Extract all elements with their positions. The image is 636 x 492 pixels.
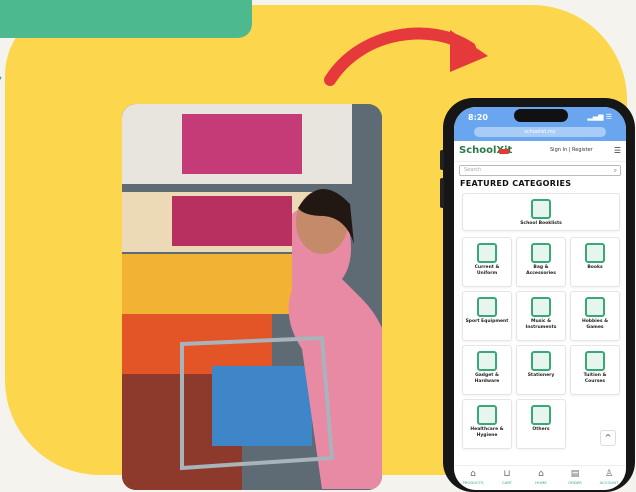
- category-card[interactable]: Hobbies & Games: [570, 291, 620, 341]
- category-label: Stationery: [527, 373, 555, 378]
- order-icon: ▤: [570, 469, 580, 479]
- category-card[interactable]: Books: [570, 237, 620, 287]
- account-icon: ♙: [604, 469, 614, 479]
- tab-order[interactable]: ▤ ORDER: [558, 469, 592, 485]
- tab-label: CART: [502, 480, 512, 485]
- category-card[interactable]: Tuition & Courses: [570, 345, 620, 395]
- shopper-photo: [122, 104, 382, 490]
- products-icon: ⌂: [470, 469, 476, 479]
- category-label: Others: [532, 427, 550, 432]
- category-card[interactable]: Gadget & Hardware: [462, 345, 512, 395]
- uniform-icon: [477, 243, 497, 263]
- category-label: Books: [587, 265, 603, 270]
- others-icon: [531, 405, 551, 425]
- category-card[interactable]: Bag & Accessories: [516, 237, 566, 287]
- gadget-icon: [477, 351, 497, 371]
- booklist-icon: [531, 199, 551, 219]
- search-placeholder: Search: [464, 167, 482, 173]
- tab-label: PRODUCTS: [462, 480, 484, 485]
- cart-icon: ⊔: [503, 469, 511, 479]
- menu-icon[interactable]: ☰: [614, 146, 621, 155]
- category-label: Healthcare & Hygiene: [470, 427, 504, 438]
- tab-products[interactable]: ⌂ PRODUCTS: [456, 469, 490, 485]
- hobbies-icon: [585, 297, 605, 317]
- search-icon[interactable]: ⌕: [614, 166, 617, 175]
- books-icon: [585, 243, 605, 263]
- category-card[interactable]: Current & Uniform: [462, 237, 512, 287]
- category-label: Tuition & Courses: [583, 373, 607, 384]
- teal-banner: [0, 0, 252, 38]
- dynamic-island: [514, 109, 568, 122]
- sign-in-link[interactable]: Sign In | Register: [550, 147, 593, 153]
- category-label: Current & Uniform: [474, 265, 500, 276]
- phone-volume-button: [440, 150, 444, 170]
- healthcare-icon: [477, 405, 497, 425]
- section-title: FEATURED CATEGORIES: [460, 179, 572, 188]
- signal-icon: ▂▄▆ ☰: [587, 113, 612, 121]
- category-label: Bag & Accessories: [526, 265, 556, 276]
- tab-account[interactable]: ♙ ACCOUNT: [592, 469, 626, 485]
- category-card[interactable]: Healthcare & Hygiene: [462, 399, 512, 449]
- tab-label: ACCOUNT: [599, 480, 619, 485]
- search-input[interactable]: Search ⌕: [459, 165, 621, 176]
- category-card-school-booklists[interactable]: School Booklists: [462, 193, 620, 231]
- logo-badge-icon: [499, 149, 509, 154]
- url-bar[interactable]: schoolist.my: [474, 127, 606, 137]
- category-card[interactable]: Music & Instruments: [516, 291, 566, 341]
- category-card[interactable]: Sport Equipment: [462, 291, 512, 341]
- tab-label: ORDER: [568, 480, 582, 485]
- category-card[interactable]: Stationery: [516, 345, 566, 395]
- tab-cart[interactable]: ⊔ CART: [490, 469, 524, 485]
- category-label: Music & Instruments: [525, 319, 557, 330]
- home-icon: ⌂: [538, 469, 544, 479]
- stationery-icon: [531, 351, 551, 371]
- phone-side-button: [440, 178, 444, 208]
- bag-icon: [531, 243, 551, 263]
- status-bar: 8:20 ▂▄▆ ☰ schoolist.my: [454, 107, 626, 141]
- category-label: Gadget & Hardware: [474, 373, 500, 384]
- tab-home[interactable]: ⌂ HOME: [524, 469, 558, 485]
- music-icon: [531, 297, 551, 317]
- category-label: Sport Equipment: [465, 319, 509, 324]
- status-time: 8:20: [468, 113, 488, 122]
- bottom-tab-bar: ⌂ PRODUCTS ⊔ CART ⌂ HOME ▤ ORDER ♙ ACCOUNT: [454, 465, 626, 490]
- scroll-to-top-button[interactable]: ^: [600, 430, 616, 446]
- app-header: SchoolXit Sign In | Register ☰: [454, 141, 626, 162]
- tuition-icon: [585, 351, 605, 371]
- tab-label: HOME: [535, 480, 547, 485]
- red-arrow-icon: [324, 27, 488, 86]
- category-label: Hobbies & Games: [581, 319, 609, 330]
- category-card[interactable]: Others: [516, 399, 566, 449]
- category-label: School Booklists: [520, 221, 562, 226]
- sport-icon: [477, 297, 497, 317]
